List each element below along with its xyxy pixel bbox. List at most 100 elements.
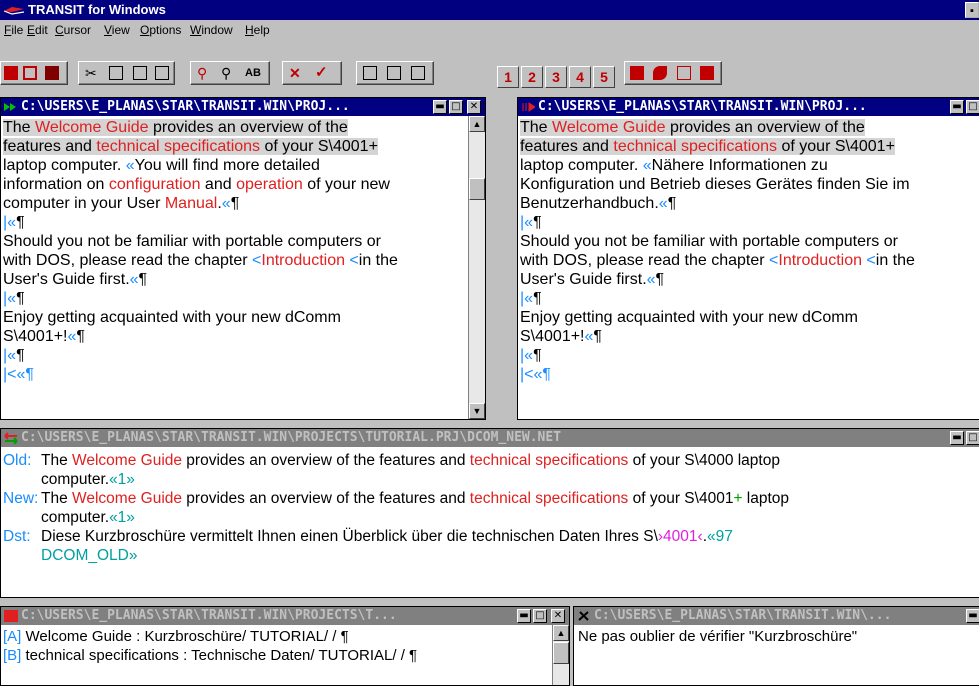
delete-mark-icon[interactable]: ✕ bbox=[289, 66, 303, 80]
source-text[interactable]: The Welcome Guide provides an overview o… bbox=[1, 118, 468, 384]
open-project-icon[interactable] bbox=[4, 66, 18, 80]
text-line[interactable]: The Welcome Guide provides an overview o… bbox=[1, 118, 468, 137]
copy-icon[interactable] bbox=[109, 66, 123, 80]
text-line[interactable]: User's Guide first.«¶ bbox=[518, 270, 979, 289]
term-icon[interactable] bbox=[653, 66, 667, 80]
paste-special-icon[interactable] bbox=[155, 66, 169, 80]
text-line[interactable]: |<«¶ bbox=[1, 365, 468, 384]
view-5-button[interactable]: 5 bbox=[593, 66, 615, 88]
close-button[interactable]: ✕ bbox=[551, 609, 565, 623]
menu-view[interactable]: View bbox=[104, 23, 130, 37]
minimize-button[interactable]: ▬ bbox=[950, 431, 964, 445]
text-line[interactable]: |«¶ bbox=[518, 213, 979, 232]
scroll-down-icon[interactable]: ▼ bbox=[469, 403, 485, 419]
text-line[interactable]: laptop computer. «You will find more det… bbox=[1, 156, 468, 175]
source-window-titlebar[interactable]: C:\USERS\E_PLANAS\STAR\TRANSIT.WIN\PROJ.… bbox=[1, 98, 485, 116]
minimize-button[interactable]: ▬ bbox=[517, 609, 531, 623]
text-line[interactable]: Enjoy getting acquainted with your new d… bbox=[1, 308, 468, 327]
compare-label: New: bbox=[3, 490, 39, 507]
compare-arrows-icon bbox=[4, 431, 18, 444]
term-entry[interactable]: [B] technical specifications : Technisch… bbox=[1, 646, 552, 665]
save-icon[interactable] bbox=[23, 66, 37, 80]
text-run: ¶ bbox=[593, 328, 602, 345]
text-line[interactable]: with DOS, please read the chapter <Intro… bbox=[518, 251, 979, 270]
check-icon[interactable]: ✓ bbox=[315, 65, 329, 80]
print-icon[interactable] bbox=[45, 66, 59, 80]
scroll-thumb[interactable] bbox=[469, 178, 485, 200]
terminology-window-titlebar[interactable]: C:\USERS\E_PLANAS\STAR\TRANSIT.WIN\PROJE… bbox=[1, 607, 569, 625]
menu-file[interactable]: File bbox=[4, 23, 23, 37]
notes-icon[interactable] bbox=[677, 66, 691, 80]
source-scrollbar[interactable]: ▲ ▼ bbox=[468, 116, 485, 419]
text-line[interactable]: Should you not be familiar with portable… bbox=[1, 232, 468, 251]
compare-line: New: The Welcome Guide provides an overvi… bbox=[1, 489, 979, 508]
text-line[interactable]: Enjoy getting acquainted with your new d… bbox=[518, 308, 979, 327]
view-2-button[interactable]: 2 bbox=[521, 66, 543, 88]
text-run: ¶ bbox=[76, 328, 85, 345]
compare-text[interactable]: Old: The Welcome Guide provides an overvi… bbox=[1, 451, 979, 565]
cut-icon[interactable]: ✂ bbox=[85, 66, 99, 80]
text-line[interactable]: |«¶ bbox=[1, 213, 468, 232]
text-line[interactable]: S\4001+!«¶ bbox=[1, 327, 468, 346]
segment-current-icon[interactable] bbox=[387, 66, 401, 80]
reference-icon[interactable] bbox=[700, 66, 714, 80]
text-line[interactable]: computer in your User Manual.«¶ bbox=[1, 194, 468, 213]
text-line[interactable]: |«¶ bbox=[1, 289, 468, 308]
notes-text[interactable]: Ne pas oublier de vérifier "Kurzbroschür… bbox=[574, 627, 979, 646]
minimize-button[interactable]: ▬ bbox=[433, 100, 447, 114]
notes-window-titlebar[interactable]: C:\USERS\E_PLANAS\STAR\TRANSIT.WIN\... ▬ bbox=[574, 607, 979, 625]
text-line[interactable]: |«¶ bbox=[1, 346, 468, 365]
text-line[interactable]: Konfiguration und Betrieb dieses Gerätes… bbox=[518, 175, 979, 194]
scroll-thumb[interactable] bbox=[553, 642, 569, 664]
text-line[interactable]: features and technical specifications of… bbox=[1, 137, 468, 156]
term-entry[interactable]: [A] Welcome Guide : Kurzbroschüre/ TUTOR… bbox=[1, 627, 552, 646]
dictionary-icon[interactable] bbox=[630, 66, 644, 80]
segment: laptop computer. «Nähere Informationen z… bbox=[520, 157, 828, 174]
target-window-titlebar[interactable]: C:\USERS\E_PLANAS\STAR\TRANSIT.WIN\PROJ.… bbox=[518, 98, 979, 116]
compare-window-titlebar[interactable]: C:\USERS\E_PLANAS\STAR\TRANSIT.WIN\PROJE… bbox=[1, 429, 979, 447]
segment-next-icon[interactable] bbox=[411, 66, 425, 80]
replace-abc-icon[interactable]: AB bbox=[245, 66, 261, 80]
maximize-button[interactable]: □ bbox=[966, 431, 979, 445]
segment-previous-icon[interactable] bbox=[363, 66, 377, 80]
text-line[interactable]: laptop computer. «Nähere Informationen z… bbox=[518, 156, 979, 175]
maximize-button[interactable]: □ bbox=[449, 100, 463, 114]
view-1-button[interactable]: 1 bbox=[497, 66, 519, 88]
text-line[interactable]: The Welcome Guide provides an overview o… bbox=[518, 118, 979, 137]
scroll-up-icon[interactable]: ▲ bbox=[553, 625, 569, 641]
view-3-button[interactable]: 3 bbox=[545, 66, 567, 88]
segment: Benutzerhandbuch.«¶ bbox=[520, 195, 676, 212]
text-line[interactable]: S\4001+!«¶ bbox=[518, 327, 979, 346]
menu-edit[interactable]: Edit bbox=[27, 23, 48, 37]
text-line[interactable]: |«¶ bbox=[518, 289, 979, 308]
app-control-button[interactable]: ▪ bbox=[965, 2, 979, 18]
terminology-scrollbar[interactable]: ▲ bbox=[552, 625, 569, 685]
text-line[interactable]: Benutzerhandbuch.«¶ bbox=[518, 194, 979, 213]
menu-cursor[interactable]: Cursor bbox=[55, 23, 91, 37]
target-text[interactable]: The Welcome Guide provides an overview o… bbox=[518, 118, 979, 384]
menu-options[interactable]: Options bbox=[140, 23, 181, 37]
terminology-list[interactable]: [A] Welcome Guide : Kurzbroschüre/ TUTOR… bbox=[1, 627, 552, 665]
close-button[interactable]: ✕ bbox=[467, 100, 481, 114]
scroll-up-icon[interactable]: ▲ bbox=[469, 116, 485, 132]
minimize-button[interactable]: ▬ bbox=[950, 100, 964, 114]
marked-text: technical specifications bbox=[96, 138, 261, 155]
paste-icon[interactable] bbox=[133, 66, 147, 80]
text-line[interactable]: with DOS, please read the chapter <Intro… bbox=[1, 251, 468, 270]
minimize-button[interactable]: ▬ bbox=[966, 609, 979, 623]
text-line[interactable]: information on configuration and operati… bbox=[1, 175, 468, 194]
text-line[interactable]: |<«¶ bbox=[518, 365, 979, 384]
text-line[interactable]: Should you not be familiar with portable… bbox=[518, 232, 979, 251]
text-line[interactable]: User's Guide first.«¶ bbox=[1, 270, 468, 289]
text-line[interactable]: |«¶ bbox=[518, 346, 979, 365]
text-line[interactable]: features and technical specifications of… bbox=[518, 137, 979, 156]
menu-window[interactable]: Window bbox=[190, 23, 233, 37]
find-replace-icon[interactable]: ⚲ bbox=[221, 66, 235, 80]
view-4-button[interactable]: 4 bbox=[569, 66, 591, 88]
maximize-button[interactable]: □ bbox=[966, 100, 979, 114]
text-run: laptop bbox=[742, 490, 790, 507]
text-run: S\4001+! bbox=[520, 328, 585, 345]
menu-help[interactable]: Help bbox=[245, 23, 270, 37]
maximize-button[interactable]: □ bbox=[533, 609, 547, 623]
search-icon[interactable]: ⚲ bbox=[197, 66, 211, 80]
